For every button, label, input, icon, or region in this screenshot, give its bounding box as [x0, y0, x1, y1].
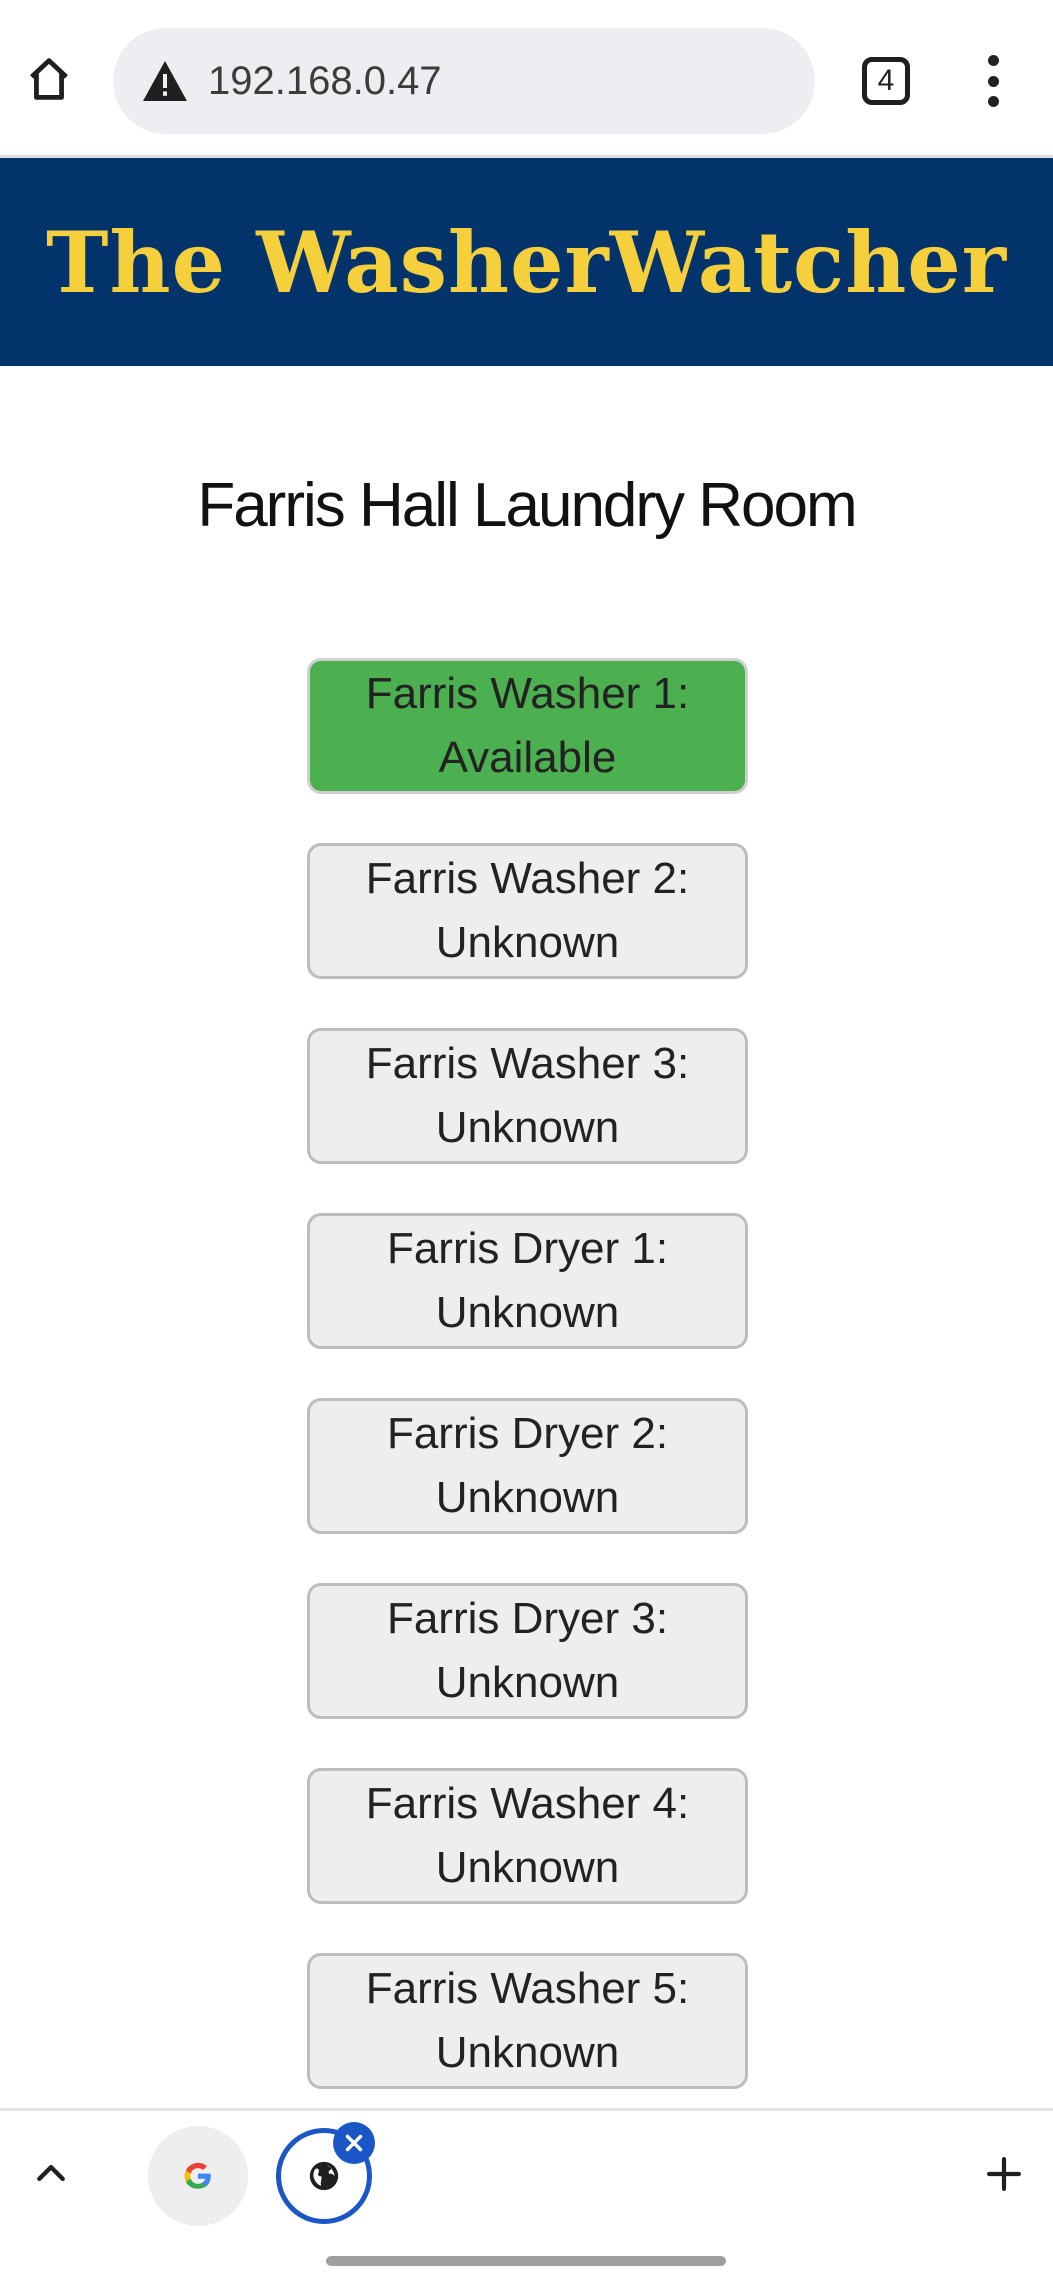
- machine-status: Unknown: [435, 1103, 620, 1152]
- tab-google[interactable]: [148, 2126, 248, 2226]
- machine-button-washer-3[interactable]: Farris Washer 3: Unknown: [307, 1028, 748, 1164]
- chevron-up-icon: [37, 2165, 65, 2181]
- machine-list: Farris Washer 1: Available Farris Washer…: [307, 658, 748, 2138]
- machine-status: Unknown: [435, 1658, 620, 1707]
- machine-status: Available: [438, 733, 617, 782]
- expand-tabs-button[interactable]: [26, 2148, 76, 2198]
- tab-count: 4: [877, 64, 895, 97]
- machine-name: Farris Dryer 1:: [386, 1224, 669, 1273]
- machine-button-washer-1[interactable]: Farris Washer 1: Available: [307, 658, 748, 794]
- machine-button-washer-2[interactable]: Farris Washer 2: Unknown: [307, 843, 748, 979]
- machine-name: Farris Washer 2:: [365, 854, 690, 903]
- machine-name: Farris Dryer 3:: [386, 1594, 669, 1643]
- address-bar[interactable]: 192.168.0.47: [113, 28, 815, 134]
- plus-icon: [987, 2157, 1021, 2191]
- site-banner: The WasherWatcher: [0, 158, 1053, 366]
- machine-button-dryer-1[interactable]: Farris Dryer 1: Unknown: [307, 1213, 748, 1349]
- globe-icon: [309, 2161, 339, 2191]
- browser-menu-button[interactable]: [967, 55, 1019, 107]
- machine-status: Unknown: [435, 1843, 620, 1892]
- machine-name: Farris Washer 5:: [365, 1964, 690, 2013]
- machine-name: Farris Washer 1:: [365, 669, 690, 718]
- google-icon: [184, 2162, 211, 2189]
- tab-switcher-button[interactable]: 4: [862, 57, 910, 105]
- machine-name: Farris Washer 4:: [365, 1779, 690, 1828]
- machine-name: Farris Washer 3:: [365, 1039, 690, 1088]
- machine-button-washer-4[interactable]: Farris Washer 4: Unknown: [307, 1768, 748, 1904]
- home-icon: [30, 58, 68, 100]
- machine-status: Unknown: [435, 2028, 620, 2077]
- machine-status: Unknown: [435, 1473, 620, 1522]
- machine-button-dryer-3[interactable]: Farris Dryer 3: Unknown: [307, 1583, 748, 1719]
- home-button[interactable]: [18, 48, 80, 110]
- site-title: The WasherWatcher: [46, 212, 1007, 312]
- gesture-bar[interactable]: [326, 2256, 726, 2266]
- more-vert-icon: [987, 55, 999, 107]
- machine-status: Unknown: [435, 1288, 620, 1337]
- machine-button-dryer-2[interactable]: Farris Dryer 2: Unknown: [307, 1398, 748, 1534]
- close-tab-button[interactable]: [333, 2122, 375, 2164]
- machine-status: Unknown: [435, 918, 620, 967]
- url-text: 192.168.0.47: [208, 59, 442, 103]
- machine-button-washer-5[interactable]: Farris Washer 5: Unknown: [307, 1953, 748, 2089]
- page-title: Farris Hall Laundry Room: [197, 471, 857, 540]
- machine-name: Farris Dryer 2:: [386, 1409, 669, 1458]
- close-icon: [345, 2134, 363, 2152]
- warning-icon[interactable]: [140, 58, 190, 104]
- browser-toolbar: 192.168.0.47 4: [0, 0, 1053, 155]
- new-tab-button[interactable]: [978, 2148, 1030, 2200]
